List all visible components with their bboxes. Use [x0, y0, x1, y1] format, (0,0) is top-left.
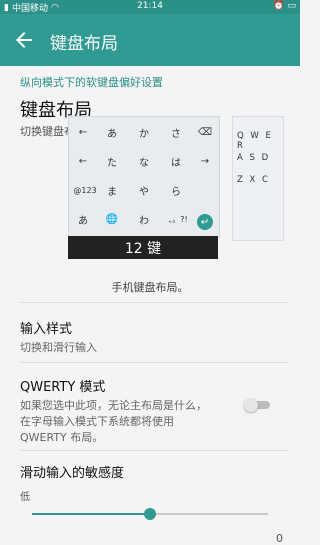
- layout-caption: 手机键盘布局。: [111, 281, 189, 294]
- kbd-key: や: [139, 186, 149, 198]
- keyboard-preview-qwerty[interactable]: Q W E R A S D Z X C: [232, 116, 284, 241]
- kbd-key: ←: [78, 155, 88, 167]
- sensitivity-value: 0: [276, 532, 283, 545]
- sensitivity-slider[interactable]: [32, 508, 268, 520]
- toggle-thumb: [244, 398, 258, 412]
- slider-fill: [32, 513, 150, 515]
- alarm-icon: ⏰: [273, 1, 285, 11]
- keyboard-layout-label: 12 键: [68, 236, 218, 259]
- section-header: 纵向模式下的软键盘偏好设置: [20, 76, 163, 89]
- kbd-row-1: ← あ か さ ⌫: [73, 123, 215, 141]
- input-style-title: 输入样式: [20, 322, 73, 337]
- kbd-key: あ: [78, 215, 88, 227]
- enter-key-icon: ↵: [197, 214, 213, 230]
- kbd-key: →: [200, 155, 210, 167]
- kbd-key: は: [171, 157, 181, 169]
- kbd-key: 、。?!: [168, 214, 188, 224]
- kbd-row-4: あ 🌐 わ 、。?!: [73, 210, 215, 228]
- qwerty-mode-desc: 如果您选中此项，无论主布局是什么， 在字母输入模式下系统都将使用 QWERTY …: [20, 398, 240, 446]
- qwerty-mode-item[interactable]: QWERTY 模式 如果您选中此项，无论主布局是什么， 在字母输入模式下系统都将…: [20, 376, 240, 446]
- qwerty-mode-toggle[interactable]: [244, 398, 270, 412]
- qwerty-desc-line: QWERTY 布局。: [20, 431, 104, 444]
- qwerty-desc-line: 如果您选中此项，无论主布局是什么，: [20, 399, 207, 412]
- qwerty-mode-title: QWERTY 模式: [20, 380, 106, 395]
- kbd-key: な: [139, 157, 149, 169]
- page-title: 键盘布局: [50, 34, 118, 54]
- kbd-key: あ: [107, 128, 117, 140]
- kbd-key: た: [107, 157, 117, 169]
- keyboard-image: ← あ か さ ⌫ ← た な は → @123 ま や ら あ 🌐 わ 、。?…: [68, 116, 220, 238]
- qwerty-row-3: Z X C: [237, 175, 270, 185]
- divider: [20, 362, 288, 363]
- kbd-row-3: @123 ま や ら: [73, 181, 215, 199]
- kbd-key: か: [139, 128, 149, 140]
- slider-thumb[interactable]: [144, 508, 156, 520]
- kbd-key: わ: [139, 215, 149, 227]
- app-bar: 键盘布局: [0, 14, 300, 66]
- input-style-item[interactable]: 输入样式 切换和滑行输入: [20, 318, 288, 356]
- kbd-key: @123: [73, 185, 97, 195]
- battery-icon: ▭: [287, 1, 296, 11]
- kbd-row-2: ← た な は →: [73, 152, 215, 170]
- back-arrow-icon[interactable]: [12, 28, 36, 52]
- qwerty-row-1: Q W E R: [237, 131, 273, 151]
- kbd-key: ⌫: [197, 126, 213, 138]
- keyboard-preview-12key[interactable]: ← あ か さ ⌫ ← た な は → @123 ま や ら あ 🌐 わ 、。?…: [68, 116, 220, 259]
- divider: [20, 450, 288, 451]
- sensitivity-title: 滑动输入的敏感度: [20, 466, 125, 481]
- qwerty-row-2: A S D: [237, 153, 271, 163]
- input-style-desc: 切换和滑行输入: [20, 341, 97, 354]
- kbd-key: ら: [171, 186, 181, 198]
- kbd-key: ←: [78, 126, 88, 138]
- status-time: 21:14: [137, 1, 163, 11]
- status-bar: ▮ 中国移动 ◠ 21:14 ⏰ ▭: [0, 0, 300, 14]
- sensitivity-low-label: 低: [20, 492, 30, 503]
- kbd-key: ま: [107, 186, 117, 198]
- kbd-key: さ: [171, 128, 181, 140]
- globe-icon: 🌐: [105, 213, 119, 225]
- qwerty-desc-line: 在字母输入模式下系统都将使用: [20, 415, 174, 428]
- status-right: ⏰ ▭: [273, 1, 296, 11]
- divider: [20, 302, 288, 303]
